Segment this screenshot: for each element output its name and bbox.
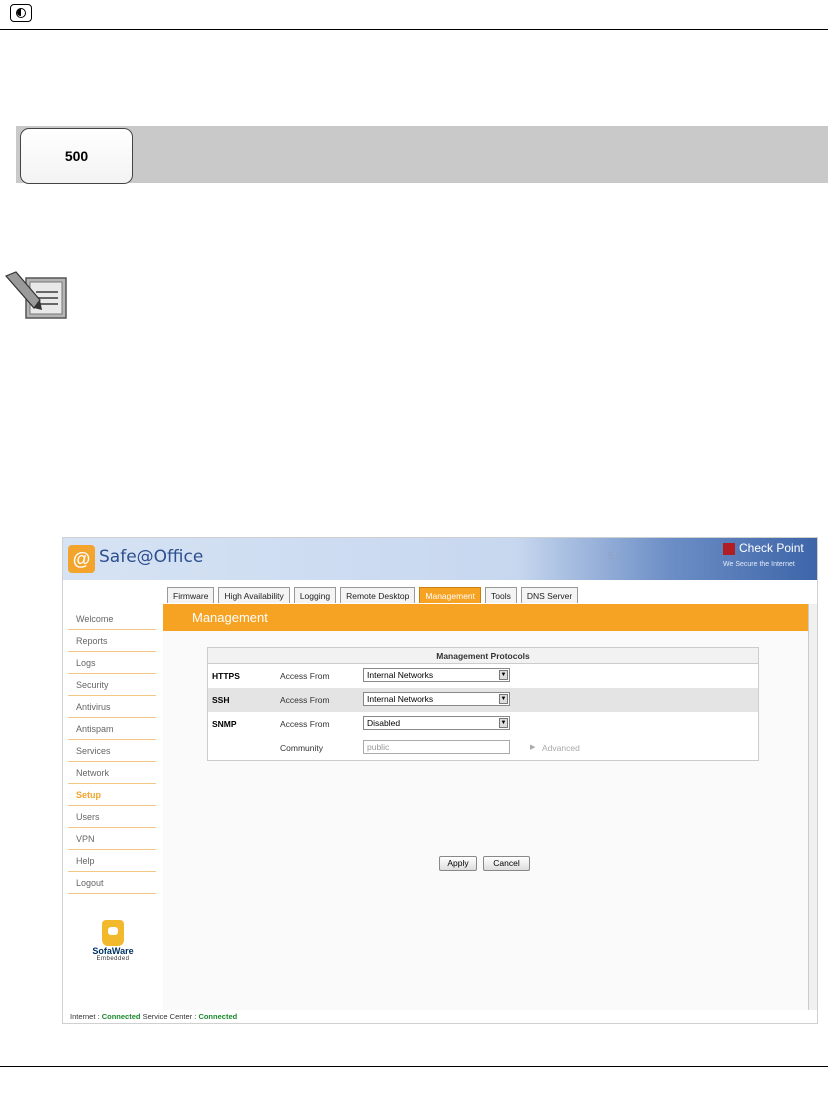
sidebar-item-services[interactable]: Services — [68, 740, 156, 762]
service-center-label: Service Center : — [142, 1012, 197, 1021]
snmp-access-value: Disabled — [367, 718, 401, 728]
internet-status-label: Internet : — [70, 1012, 100, 1021]
snmp-access-select[interactable]: Disabled ▼ — [363, 716, 510, 730]
sofaware-name: SofaWare — [92, 946, 134, 956]
sidebar-item-network[interactable]: Network — [68, 762, 156, 784]
protocol-name: HTTPS — [212, 671, 240, 681]
ssh-access-select[interactable]: Internal Networks ▼ — [363, 692, 510, 706]
access-from-label: Access From — [280, 695, 330, 705]
protocols-table: Management Protocols HTTPS Access From I… — [207, 647, 759, 761]
dropdown-arrow-icon: ▼ — [499, 670, 508, 680]
cancel-button[interactable]: Cancel — [483, 856, 530, 871]
sidebar-item-antispam[interactable]: Antispam — [68, 718, 156, 740]
footer-rule — [0, 1066, 828, 1067]
protocol-row-ssh: SSH Access From Internal Networks ▼ — [208, 688, 758, 712]
vendor-name: Check Point — [739, 541, 804, 555]
tab-management[interactable]: Management — [419, 587, 482, 603]
protocol-row-https: HTTPS Access From Internal Networks ▼ — [208, 664, 758, 688]
tab-high-availability[interactable]: High Availability — [218, 587, 290, 603]
document-logo-icon — [10, 4, 32, 22]
note-pencil-icon — [4, 271, 67, 319]
page-title: Management — [163, 604, 809, 631]
sofaware-mascot-icon — [102, 920, 124, 946]
safeoffice-logo-icon: @ — [68, 545, 95, 573]
dropdown-arrow-icon: ▼ — [499, 718, 508, 728]
vendor-tagline: We Secure the Internet — [723, 561, 795, 568]
advanced-link[interactable]: Advanced — [542, 743, 580, 753]
https-access-value: Internal Networks — [367, 670, 434, 680]
app-version: 5.0 — [608, 551, 622, 562]
sidebar-item-logout[interactable]: Logout — [68, 872, 156, 894]
advanced-arrow-icon: ▶ — [530, 744, 536, 751]
sidebar-item-users[interactable]: Users — [68, 806, 156, 828]
app-header: @ Safe@Office 5.0 Check Point We Secure … — [63, 538, 817, 580]
community-label: Community — [280, 743, 323, 753]
checkpoint-logo-icon — [723, 543, 735, 555]
model-box: 500 — [20, 128, 133, 184]
tab-firmware[interactable]: Firmware — [167, 587, 215, 603]
status-bar: Internet : Connected Service Center : Co… — [70, 1012, 237, 1021]
sidebar-item-help[interactable]: Help — [68, 850, 156, 872]
internet-status-value: Connected — [101, 1012, 141, 1021]
https-access-select[interactable]: Internal Networks ▼ — [363, 668, 510, 682]
access-from-label: Access From — [280, 719, 330, 729]
sidebar-item-vpn[interactable]: VPN — [68, 828, 156, 850]
vertical-scrollbar[interactable] — [808, 604, 817, 1010]
tab-remote-desktop[interactable]: Remote Desktop — [340, 587, 416, 603]
sidebar-item-security[interactable]: Security — [68, 674, 156, 696]
sidebar-item-welcome[interactable]: Welcome — [68, 608, 156, 630]
tab-dns-server[interactable]: DNS Server — [520, 587, 579, 603]
apply-button[interactable]: Apply — [439, 856, 477, 871]
tab-logging[interactable]: Logging — [293, 587, 337, 603]
protocol-name: SNMP — [212, 719, 237, 729]
app-brand: Safe@Office — [99, 547, 204, 567]
main-panel: Management Management Protocols HTTPS Ac… — [163, 604, 809, 1010]
protocols-header: Management Protocols — [208, 648, 758, 664]
sidebar-item-logs[interactable]: Logs — [68, 652, 156, 674]
dropdown-arrow-icon: ▼ — [499, 694, 508, 704]
sidebar-item-antivirus[interactable]: Antivirus — [68, 696, 156, 718]
service-center-value: Connected — [198, 1012, 238, 1021]
sidebar-item-setup[interactable]: Setup — [68, 784, 156, 806]
protocol-name: SSH — [212, 695, 230, 705]
community-input[interactable]: public — [363, 740, 510, 754]
sidebar-item-reports[interactable]: Reports — [68, 630, 156, 652]
access-from-label: Access From — [280, 671, 330, 681]
sofaware-logo: SofaWare Embedded — [83, 920, 143, 962]
sofaware-sub: Embedded — [96, 956, 130, 962]
model-label: 500 — [64, 148, 89, 164]
protocol-row-snmp: SNMP Access From Disabled ▼ — [208, 712, 758, 736]
header-rule — [0, 29, 828, 30]
app-screenshot: @ Safe@Office 5.0 Check Point We Secure … — [62, 537, 818, 1024]
ssh-access-value: Internal Networks — [367, 694, 434, 704]
tab-tools[interactable]: Tools — [485, 587, 517, 603]
community-row: Community public ▶ Advanced — [208, 736, 758, 760]
tab-bar: Firmware High Availability Logging Remot… — [167, 587, 579, 603]
section-band — [16, 126, 828, 183]
sidebar: Welcome Reports Logs Security Antivirus … — [68, 608, 156, 894]
